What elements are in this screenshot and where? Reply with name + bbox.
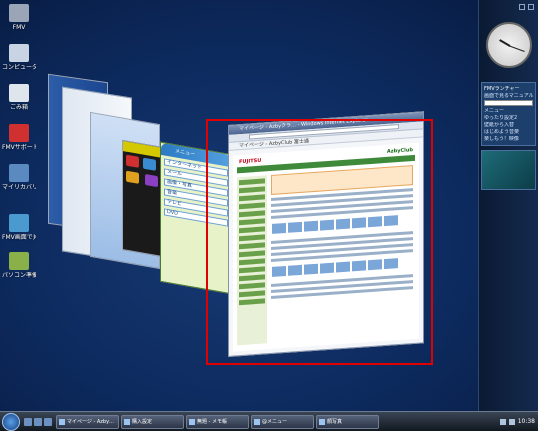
desktop-icon-label: マイリカバリ: [2, 184, 36, 191]
desktop-icon-label: ごみ箱: [9, 104, 28, 111]
media-tile: [143, 157, 156, 171]
desktop-icon-label: コンピュータ: [2, 64, 36, 71]
task-button[interactable]: @メニュー: [251, 414, 314, 429]
desktop-icon-label: FMVサポートナビ: [2, 144, 36, 151]
task-list: マイページ - Azby… 購入設定 無題 - メモ帳 @メニュー 顔写真: [56, 414, 379, 429]
sidebar-nav-icon[interactable]: [528, 4, 534, 10]
desktop-icon-recovery[interactable]: マイリカバリ: [2, 164, 36, 191]
desktop-icon-manual[interactable]: FMV画面で見るマニュアル: [2, 214, 36, 241]
desktop-icon-label: パソコン準備ばっちりガ: [2, 272, 36, 279]
slideshow-gadget[interactable]: [481, 150, 536, 190]
desktop-icon-label: FMV画面で見るマニュアル: [2, 234, 36, 241]
show-desktop-icon[interactable]: [24, 417, 32, 426]
task-button[interactable]: 無題 - メモ帳: [186, 414, 249, 429]
setup-guide-icon: [9, 252, 29, 270]
recycle-bin-icon: [9, 84, 29, 102]
fmv-search-field[interactable]: [484, 100, 533, 106]
manual-icon: [9, 214, 29, 232]
desktop-icon-support-navi[interactable]: FMVサポートナビ: [2, 124, 36, 151]
system-tray: 10:38: [499, 418, 535, 425]
quick-launch: [24, 417, 52, 426]
fmv-item[interactable]: はじめよう音楽: [484, 129, 533, 136]
fmv-launcher-title: FMVランチャー: [484, 86, 520, 92]
task-button[interactable]: 購入設定: [121, 414, 184, 429]
media-tile: [126, 154, 139, 168]
add-gadget-icon[interactable]: [519, 4, 525, 10]
desktop-icon-setup-guide[interactable]: パソコン準備ばっちりガ: [2, 252, 36, 279]
desktop-icon-recycle-bin[interactable]: ごみ箱: [2, 84, 36, 111]
task-button[interactable]: 顔写真: [316, 414, 379, 429]
windows-sidebar: FMVランチャー 画面で見るマニュアル メニュー ゆったり設定2 壁紙から入替 …: [478, 0, 538, 411]
media-tile: [126, 170, 139, 184]
volume-icon[interactable]: [508, 418, 515, 425]
menu-title: メニュー: [175, 148, 196, 158]
task-button[interactable]: マイページ - Azby…: [56, 414, 119, 429]
start-button[interactable]: [2, 412, 20, 431]
selection-highlight: [206, 119, 433, 365]
computer-icon: [9, 44, 29, 62]
desktop-icon-fmv[interactable]: FMV: [2, 4, 36, 31]
desktop: FMV コンピュータ ごみ箱 FMVサポートナビ マイリカバリ FMV画面で見る…: [0, 0, 478, 411]
clock-minute-hand: [508, 45, 525, 52]
taskbar: マイページ - Azby… 購入設定 無題 - メモ帳 @メニュー 顔写真 10…: [0, 411, 538, 431]
clock-gadget[interactable]: [485, 22, 532, 68]
fmv-launcher-gadget: FMVランチャー 画面で見るマニュアル メニュー ゆったり設定2 壁紙から入替 …: [481, 82, 536, 146]
support-navi-icon: [9, 124, 29, 142]
fmv-item[interactable]: 楽しもう！映像: [484, 136, 533, 143]
computer-icon: [9, 4, 29, 22]
media-tile: [145, 173, 159, 188]
clock-time[interactable]: 10:38: [518, 418, 535, 425]
fmv-item[interactable]: 画面で見るマニュアル: [484, 93, 533, 100]
fmv-item[interactable]: ゆったり設定2: [484, 115, 533, 122]
desktop-icon-computer[interactable]: コンピュータ: [2, 44, 36, 71]
fmv-item[interactable]: メニュー: [484, 108, 533, 115]
recovery-icon: [9, 164, 29, 182]
ie-icon[interactable]: [44, 417, 52, 426]
flip3d-icon[interactable]: [34, 417, 42, 426]
fmv-item[interactable]: 壁紙から入替: [484, 122, 533, 129]
desktop-icon-label: FMV: [12, 24, 26, 31]
network-icon[interactable]: [499, 418, 506, 425]
sidebar-controls: [479, 0, 538, 14]
